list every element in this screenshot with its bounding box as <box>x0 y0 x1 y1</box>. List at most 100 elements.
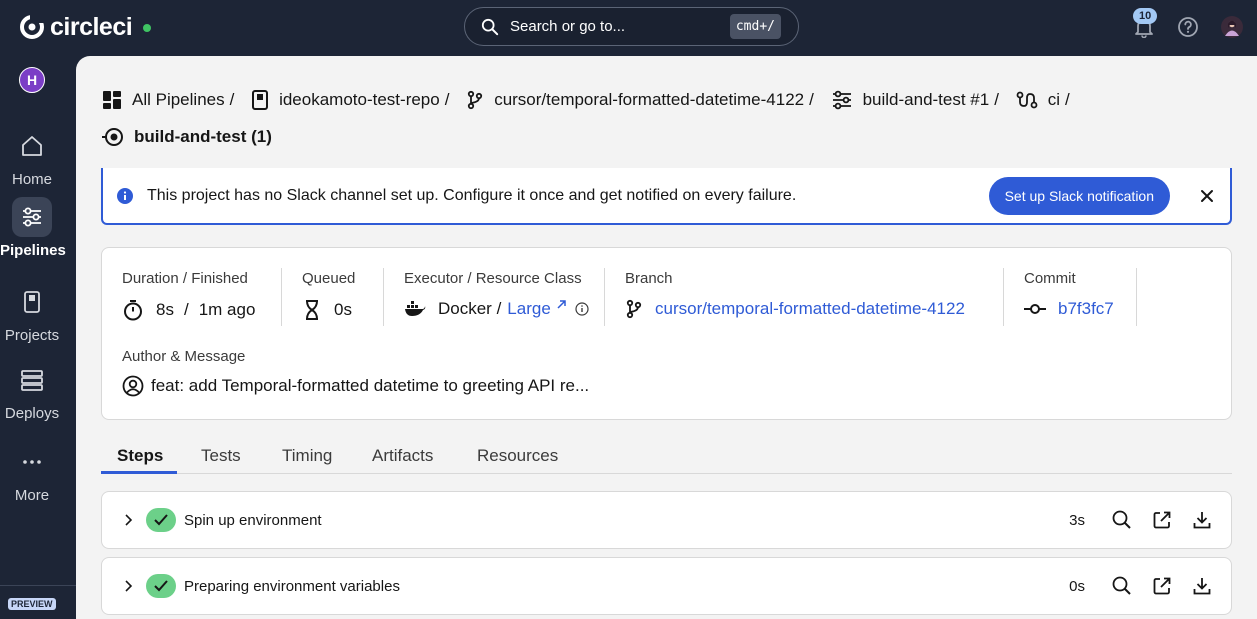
active-tab-indicator <box>101 471 177 474</box>
step-duration: 0s <box>1069 577 1085 595</box>
chevron-right-icon[interactable] <box>122 514 134 526</box>
queued-meta: Queued 0s <box>302 270 355 321</box>
job-icon <box>102 128 123 146</box>
commit-link[interactable]: b7f3fc7 <box>1058 299 1114 319</box>
info-icon[interactable] <box>575 302 589 316</box>
branch-meta: Branch cursor/temporal-formatted-datetim… <box>625 270 965 319</box>
docker-icon <box>405 301 426 316</box>
success-icon <box>146 574 176 598</box>
home-icon <box>22 136 42 156</box>
search-icon[interactable] <box>1111 575 1133 597</box>
external-link-icon[interactable] <box>1151 509 1173 531</box>
projects-icon <box>24 291 40 313</box>
sidebar-item-pipelines[interactable]: Pipelines <box>0 197 66 259</box>
chevron-right-icon[interactable] <box>122 580 134 592</box>
breadcrumb-workflow[interactable]: ci / <box>1016 84 1076 116</box>
download-icon[interactable] <box>1191 575 1213 597</box>
setup-slack-button[interactable]: Set up Slack notification <box>988 176 1170 215</box>
step-row[interactable]: Preparing environment variables 0s <box>101 557 1232 615</box>
success-icon <box>146 508 176 532</box>
search-icon[interactable] <box>1111 509 1133 531</box>
step-duration: 3s <box>1069 511 1085 529</box>
help-icon[interactable] <box>1177 16 1199 38</box>
queued-value: 0s <box>334 300 352 319</box>
sidebar-divider <box>0 585 76 586</box>
divider <box>1136 268 1137 326</box>
external-link-icon[interactable] <box>1151 575 1173 597</box>
tab-resources[interactable]: Resources <box>477 446 558 466</box>
duration-label: Duration / Finished <box>122 270 248 287</box>
sidebar: H Home Pipelines Projects Deploys More P… <box>0 56 76 619</box>
info-icon <box>117 187 133 204</box>
branch-label: Branch <box>625 270 673 287</box>
sidebar-item-label: Projects <box>4 327 60 344</box>
divider <box>281 268 282 326</box>
notification-badge: 10 <box>1133 8 1158 24</box>
close-icon[interactable] <box>1200 189 1214 203</box>
queued-label: Queued <box>302 270 356 287</box>
status-dot <box>143 24 152 32</box>
sidebar-item-label: Home <box>11 171 52 188</box>
external-link-icon[interactable] <box>555 299 567 311</box>
search-input[interactable]: Search or go to... cmd+/ <box>464 7 799 46</box>
circleci-logo-icon <box>20 15 44 39</box>
sidebar-item-more[interactable]: More <box>0 442 64 504</box>
commit-icon <box>1024 304 1046 314</box>
branch-icon <box>468 90 483 110</box>
sidebar-item-deploys[interactable]: Deploys <box>0 360 64 422</box>
duration-value: 8s <box>156 300 174 319</box>
resource-class-link[interactable]: Large <box>507 299 550 319</box>
executor-value: Docker / <box>438 299 502 318</box>
tab-timing[interactable]: Timing <box>282 446 332 466</box>
sidebar-item-home[interactable]: Home <box>0 126 64 188</box>
org-avatar[interactable]: H <box>19 67 45 93</box>
deploys-icon <box>21 370 43 391</box>
divider <box>383 268 384 326</box>
logo-text: circleci <box>50 12 133 41</box>
search-icon <box>481 18 499 35</box>
commit-label: Commit <box>1024 270 1076 287</box>
step-name: Spin up environment <box>184 511 322 529</box>
pipelines-icon <box>832 90 851 110</box>
job-tabs: Steps Tests Timing Artifacts Resources <box>101 446 1232 474</box>
slack-banner: This project has no Slack channel set up… <box>101 168 1232 225</box>
executor-label: Executor / Resource Class <box>404 270 582 287</box>
stopwatch-icon <box>124 300 142 321</box>
branch-link[interactable]: cursor/temporal-formatted-datetime-4122 <box>655 299 965 319</box>
executor-meta: Executor / Resource Class Docker / Large <box>404 270 601 319</box>
sidebar-item-projects[interactable]: Projects <box>0 282 64 344</box>
download-icon[interactable] <box>1191 509 1213 531</box>
sidebar-item-label: More <box>14 487 50 504</box>
branch-icon <box>626 299 642 319</box>
divider <box>604 268 605 326</box>
breadcrumb-repo[interactable]: ideokamoto-test-repo / <box>251 84 455 116</box>
breadcrumb-job: build-and-test (1) <box>102 121 272 153</box>
divider <box>1003 268 1004 326</box>
breadcrumb-all-pipelines[interactable]: All Pipelines / <box>102 84 240 116</box>
breadcrumb-pipeline[interactable]: build-and-test #1/ <box>831 84 1005 116</box>
step-row[interactable]: Spin up environment 3s <box>101 491 1232 549</box>
user-avatar[interactable] <box>1221 16 1243 38</box>
breadcrumb: All Pipelines / ideokamoto-test-repo / cur… <box>102 84 1242 158</box>
author-label: Author & Message <box>122 348 246 365</box>
tab-tests[interactable]: Tests <box>201 446 241 466</box>
banner-text: This project has no Slack channel set up… <box>147 186 797 204</box>
sidebar-item-label: Pipelines <box>0 242 66 259</box>
tab-artifacts[interactable]: Artifacts <box>372 446 433 466</box>
job-info-card: Duration / Finished 8s / 1m ago Queued 0… <box>101 247 1232 420</box>
search-shortcut: cmd+/ <box>729 14 781 39</box>
user-icon <box>122 375 144 397</box>
grid-icon <box>103 91 121 109</box>
breadcrumb-branch[interactable]: cursor/temporal-formatted-datetime-4122/ <box>466 84 820 116</box>
tab-steps[interactable]: Steps <box>117 446 163 466</box>
commit-message: feat: add Temporal-formatted datetime to… <box>151 376 590 395</box>
workflow-icon <box>1016 91 1038 109</box>
circleci-logo[interactable]: circleci <box>20 12 152 41</box>
finished-value: 1m ago <box>198 300 256 319</box>
preview-badge[interactable]: PREVIEW <box>8 598 56 610</box>
more-icon <box>23 460 41 464</box>
duration-meta: Duration / Finished 8s / 1m ago <box>122 270 256 321</box>
top-bar: circleci Search or go to... cmd+/ 10 <box>0 0 1257 56</box>
repo-icon <box>252 90 269 110</box>
commit-meta: Commit b7f3fc7 <box>1024 270 1114 319</box>
